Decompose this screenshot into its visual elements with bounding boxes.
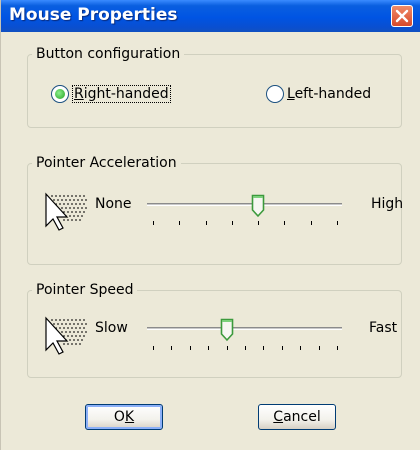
slider-tick — [208, 346, 209, 350]
close-button[interactable] — [391, 5, 413, 27]
slider-tick — [258, 221, 259, 225]
mouse-properties-dialog: Mouse Properties Button configuration Ri… — [0, 0, 420, 450]
pointer-speed-icon — [45, 316, 87, 355]
slider-tick — [319, 346, 320, 350]
speed-min-label: Slow — [95, 320, 128, 336]
acceleration-slider-track[interactable] — [147, 203, 342, 206]
slider-tick — [284, 221, 285, 225]
slider-tick — [337, 346, 338, 350]
title-bar: Mouse Properties — [1, 0, 420, 32]
acceleration-min-label: None — [95, 196, 132, 212]
slider-tick — [282, 346, 283, 350]
slider-tick — [171, 346, 172, 350]
slider-tick — [311, 221, 312, 225]
slider-tick — [300, 346, 301, 350]
slider-tick — [179, 221, 180, 225]
slider-tick — [227, 346, 228, 350]
speed-max-label: Fast — [369, 320, 398, 336]
speed-slider-thumb[interactable] — [220, 318, 234, 342]
slider-tick — [263, 346, 264, 350]
acceleration-slider-thumb[interactable] — [251, 194, 265, 218]
speed-slider-track[interactable] — [147, 327, 342, 330]
close-icon — [395, 9, 409, 23]
pointer-acceleration-icon — [45, 192, 87, 231]
ok-button[interactable]: OK — [85, 404, 163, 430]
slider-tick — [153, 346, 154, 350]
left-handed-label: Left-handed — [287, 86, 372, 102]
slider-tick — [232, 221, 233, 225]
slider-tick — [153, 221, 154, 225]
slider-tick — [337, 221, 338, 225]
slider-tick — [245, 346, 246, 350]
right-handed-radio-circle[interactable] — [51, 85, 69, 103]
slider-tick — [206, 221, 207, 225]
pointer-speed-legend: Pointer Speed — [36, 282, 134, 298]
cancel-button[interactable]: Cancel — [258, 404, 336, 430]
slider-tick — [190, 346, 191, 350]
window-title: Mouse Properties — [9, 5, 178, 25]
acceleration-max-label: High — [371, 196, 404, 212]
button-configuration-legend: Button configuration — [36, 46, 181, 62]
right-handed-label: Right-handed — [72, 85, 171, 103]
right-handed-radio[interactable]: Right-handed — [51, 85, 171, 103]
left-handed-radio-circle[interactable] — [266, 85, 284, 103]
pointer-acceleration-legend: Pointer Acceleration — [36, 155, 177, 171]
left-handed-radio[interactable]: Left-handed — [266, 85, 371, 103]
